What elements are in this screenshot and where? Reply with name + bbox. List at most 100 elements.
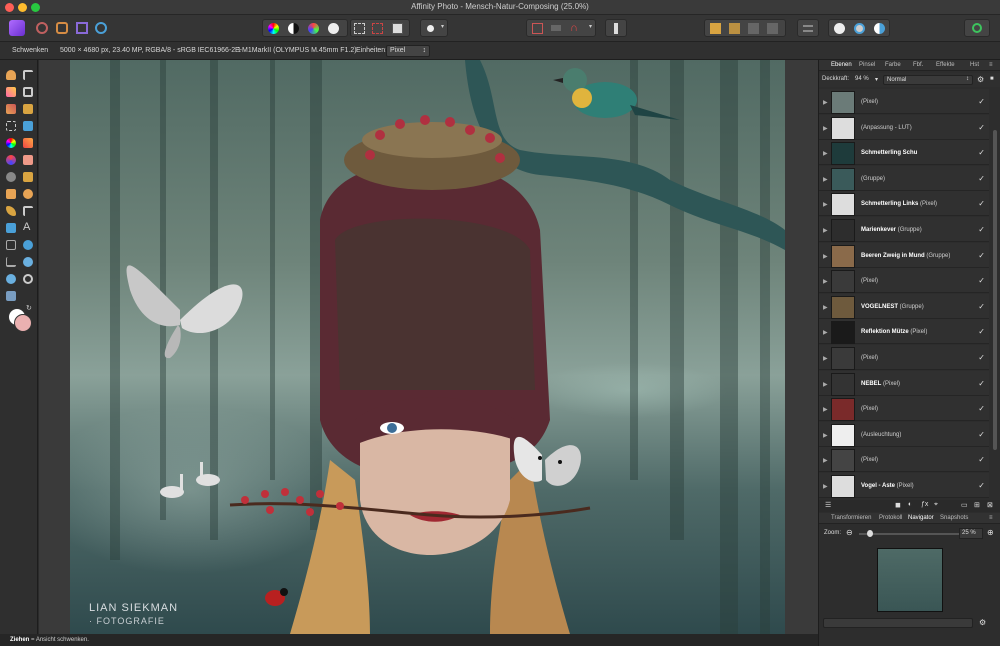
expand-layer-icon[interactable]: ▶ — [823, 125, 828, 132]
patch-tool-icon[interactable] — [6, 291, 16, 301]
freehand-select-icon[interactable] — [23, 121, 33, 131]
red-eye-tool-icon[interactable] — [23, 274, 33, 284]
expand-layer-icon[interactable]: ▶ — [823, 304, 828, 311]
expand-layer-icon[interactable]: ▶ — [823, 457, 828, 464]
healing-brush-icon[interactable] — [6, 189, 16, 199]
zoom-slider-handle[interactable] — [867, 530, 873, 537]
layer-visibility-checkbox[interactable]: ✓ — [978, 199, 985, 208]
dodge-tool-icon[interactable] — [6, 172, 16, 182]
layer-row[interactable]: ▶ Vogel - Aste (Pixel) ✓ — [819, 473, 989, 498]
gear-icon[interactable]: ⚙ — [979, 618, 986, 627]
layer-row[interactable]: ▶ (Anpassung - LUT) ✓ — [819, 114, 989, 140]
pen-tool-icon[interactable] — [6, 206, 16, 216]
layer-row[interactable]: ▶ (Pixel) ✓ — [819, 396, 989, 422]
perspective-tool-icon[interactable] — [6, 257, 16, 267]
layer-visibility-checkbox[interactable]: ✓ — [978, 123, 985, 132]
chevron-down-icon[interactable]: ▾ — [875, 76, 878, 83]
expand-layer-icon[interactable]: ▶ — [823, 355, 828, 362]
sponge-tool-icon[interactable] — [6, 274, 16, 284]
mask-icon[interactable]: ◼ — [895, 501, 901, 509]
layer-row[interactable]: ▶ Schmetterling Schu ✓ — [819, 140, 989, 166]
layer-row[interactable]: ▶ NEBEL (Pixel) ✓ — [819, 370, 989, 396]
tab-pinsel[interactable]: Pinsel — [859, 62, 875, 68]
filter-fx-icon[interactable]: ƒx — [921, 501, 928, 508]
layer-visibility-checkbox[interactable]: ✓ — [978, 353, 985, 362]
layer-visibility-checkbox[interactable]: ✓ — [978, 225, 985, 234]
expand-layer-icon[interactable]: ▶ — [823, 253, 828, 260]
layer-visibility-checkbox[interactable]: ✓ — [978, 455, 985, 464]
expand-layer-icon[interactable]: ▶ — [823, 176, 828, 183]
secondary-color-swatch[interactable] — [14, 314, 32, 332]
layers-scrollbar[interactable] — [993, 130, 997, 450]
layer-row[interactable]: ▶ VOGELNEST (Gruppe) ✓ — [819, 293, 989, 319]
text-tool-icon[interactable]: A — [23, 221, 33, 233]
panel-menu-icon[interactable]: ≡ — [989, 515, 993, 521]
node-tool-icon[interactable] — [23, 206, 33, 216]
hsl-icon[interactable] — [308, 23, 319, 34]
expand-layer-icon[interactable]: ▶ — [823, 381, 828, 388]
layer-visibility-checkbox[interactable]: ✓ — [978, 148, 985, 157]
liquify-persona-icon[interactable] — [36, 22, 48, 34]
tab-navigator[interactable]: Navigator — [908, 515, 934, 521]
navigator-preset-select[interactable] — [823, 618, 973, 628]
color-picker-icon[interactable] — [6, 87, 16, 97]
expand-layer-icon[interactable]: ▶ — [823, 278, 828, 285]
chevron-down-icon[interactable]: ▾ — [441, 23, 444, 30]
tab-effekte[interactable]: Effekte — [936, 62, 955, 68]
document-canvas[interactable]: LIAN SIEKMAN · FOTOGRAFIE — [70, 60, 785, 634]
layer-row[interactable]: ▶ Beeren Zweig in Mund (Gruppe) ✓ — [819, 242, 989, 268]
zoom-tool-icon[interactable] — [23, 240, 33, 250]
layer-visibility-checkbox[interactable]: ✓ — [978, 404, 985, 413]
layer-visibility-checkbox[interactable]: ✓ — [978, 174, 985, 183]
panel-menu-icon[interactable]: ≡ — [989, 62, 993, 68]
move-backward-icon[interactable] — [729, 23, 740, 34]
marquee-tool-icon[interactable] — [6, 121, 16, 131]
affinity-photo-logo-icon[interactable] — [9, 20, 25, 36]
layer-visibility-checkbox[interactable]: ✓ — [978, 251, 985, 260]
zoom-slider[interactable] — [859, 533, 959, 535]
expand-layer-icon[interactable]: ▶ — [823, 483, 828, 490]
expand-layer-icon[interactable]: ▶ — [823, 99, 828, 106]
move-to-back-icon[interactable] — [767, 23, 778, 34]
lock-icon[interactable]: ■ — [990, 76, 994, 82]
blend-mode-select[interactable]: Normal ↕ — [883, 75, 973, 85]
selection-brush-icon[interactable] — [6, 104, 16, 114]
trash-icon[interactable]: ⊠ — [987, 501, 993, 509]
quick-mask-icon[interactable] — [425, 23, 436, 34]
tab-ebenen[interactable]: Ebenen — [831, 62, 852, 68]
adjustment-layer-icon[interactable] — [874, 23, 885, 34]
adjustment-icon[interactable]: ◐ — [908, 501, 912, 508]
tab-farbe[interactable]: Farbe — [885, 62, 901, 68]
clone-brush-icon[interactable] — [23, 172, 33, 182]
layer-row[interactable]: ▶ (Pixel) ✓ — [819, 447, 989, 473]
export-persona-icon[interactable] — [95, 22, 107, 34]
layer-visibility-checkbox[interactable]: ✓ — [978, 379, 985, 388]
layer-row[interactable]: ▶ Schmetterling Links (Pixel) ✓ — [819, 191, 989, 217]
zoom-value-field[interactable]: 25 % — [959, 528, 983, 539]
expand-layer-icon[interactable]: ▶ — [823, 432, 828, 439]
crop-tool-icon[interactable] — [23, 87, 33, 97]
layer-row[interactable]: ▶ (Pixel) ✓ — [819, 268, 989, 294]
layer-visibility-checkbox[interactable]: ✓ — [978, 302, 985, 311]
canvas-area[interactable]: LIAN SIEKMAN · FOTOGRAFIE — [39, 60, 818, 634]
invert-selection-icon[interactable] — [392, 23, 403, 34]
flood-select-icon[interactable] — [23, 104, 33, 114]
layer-row[interactable]: ▶ (Ausleuchtung) ✓ — [819, 421, 989, 447]
mask-layer-icon[interactable] — [854, 23, 865, 34]
pixel-tool-icon[interactable] — [6, 155, 16, 165]
tone-mapping-persona-icon[interactable] — [76, 22, 88, 34]
expand-layer-icon[interactable]: ▶ — [823, 227, 828, 234]
paint-brush-icon[interactable] — [23, 138, 33, 148]
layer-row[interactable]: ▶ (Gruppe) ✓ — [819, 165, 989, 191]
snapping-icon[interactable] — [551, 25, 561, 31]
move-forward-icon[interactable] — [710, 23, 721, 34]
marquee-select-icon[interactable] — [354, 23, 365, 34]
expand-layer-icon[interactable]: ▶ — [823, 329, 828, 336]
persona-chat-icon[interactable] — [834, 23, 845, 34]
contrast-icon[interactable] — [288, 23, 299, 34]
smudge-brush-icon[interactable] — [23, 189, 33, 199]
gear-icon[interactable]: ⚙ — [977, 75, 984, 84]
expand-layer-icon[interactable]: ▶ — [823, 201, 828, 208]
rectangle-tool-icon[interactable] — [6, 223, 16, 233]
move-to-front-icon[interactable] — [748, 23, 759, 34]
